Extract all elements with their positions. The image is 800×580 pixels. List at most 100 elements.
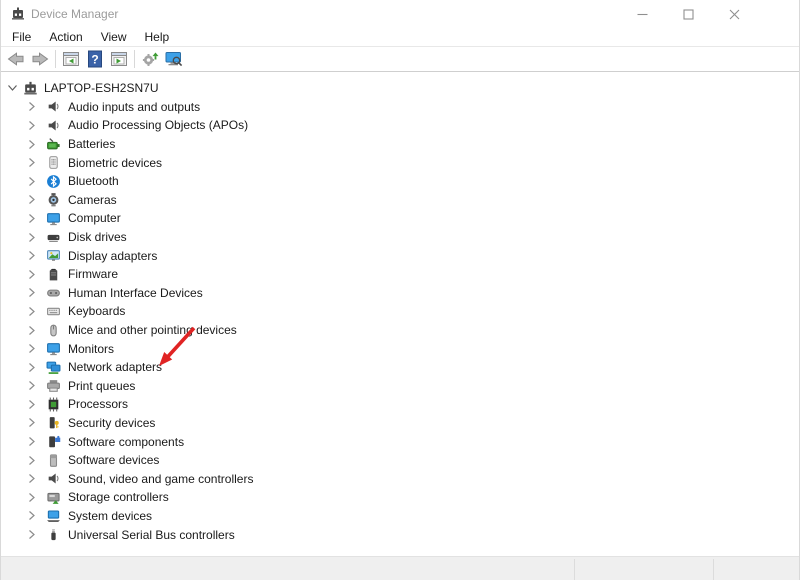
chevron-down-icon[interactable]: [7, 83, 19, 94]
back-arrow-icon: [7, 52, 24, 66]
chevron-right-icon[interactable]: [28, 139, 40, 150]
tree-item-label: Software components: [68, 434, 185, 449]
toolbar: ?: [1, 47, 799, 72]
chevron-right-icon[interactable]: [28, 101, 40, 112]
tree-item-network-adapters[interactable]: Network adapters: [1, 358, 799, 377]
chevron-right-icon[interactable]: [28, 157, 40, 168]
tree-item-label: Security devices: [68, 415, 156, 430]
chevron-right-icon[interactable]: [28, 287, 40, 298]
disk-icon: [46, 230, 61, 245]
chevron-right-icon[interactable]: [28, 343, 40, 354]
help-icon: ?: [88, 50, 102, 68]
fingerprint-icon: [46, 155, 61, 170]
chevron-right-icon[interactable]: [28, 362, 40, 373]
chevron-right-icon[interactable]: [28, 250, 40, 261]
tree-item-storage-controllers[interactable]: Storage controllers: [1, 488, 799, 507]
menu-help[interactable]: Help: [136, 28, 179, 46]
tree-item-audio-processing-objects[interactable]: Audio Processing Objects (APOs): [1, 116, 799, 135]
tree-item-mice-and-other-pointing-devices[interactable]: Mice and other pointing devices: [1, 321, 799, 340]
maximize-button[interactable]: [673, 0, 703, 28]
tree-item-label: Storage controllers: [68, 490, 169, 505]
mouse-icon: [46, 323, 61, 338]
tree-item-disk-drives[interactable]: Disk drives: [1, 228, 799, 247]
toolbar-scan-hardware-changes-button[interactable]: [162, 48, 186, 70]
tree-item-bluetooth[interactable]: Bluetooth: [1, 172, 799, 191]
chevron-right-icon[interactable]: [28, 399, 40, 410]
chevron-right-icon[interactable]: [28, 325, 40, 336]
chevron-right-icon[interactable]: [28, 510, 40, 521]
toolbar-separator: [134, 50, 135, 68]
toolbar-update-driver-button[interactable]: [138, 48, 162, 70]
toolbar-show-console-tree-button[interactable]: [59, 48, 83, 70]
tree-item-print-queues[interactable]: Print queues: [1, 377, 799, 396]
chevron-right-icon[interactable]: [28, 380, 40, 391]
tree-item-software-devices[interactable]: Software devices: [1, 451, 799, 470]
tree-item-cameras[interactable]: Cameras: [1, 191, 799, 210]
chevron-right-icon[interactable]: [28, 436, 40, 447]
chevron-right-icon[interactable]: [28, 417, 40, 428]
window-title: Device Manager: [31, 7, 119, 21]
tree-item-label: Audio Processing Objects (APOs): [68, 118, 249, 133]
tree-item-computer[interactable]: Computer: [1, 209, 799, 228]
tree-item-keyboards[interactable]: Keyboards: [1, 302, 799, 321]
minimize-button[interactable]: [627, 0, 657, 28]
tree-item-firmware[interactable]: Firmware: [1, 265, 799, 284]
tree-item-human-interface-devices[interactable]: Human Interface Devices: [1, 284, 799, 303]
security-key-icon: [46, 415, 61, 430]
tree-item-system-devices[interactable]: System devices: [1, 507, 799, 526]
chevron-right-icon[interactable]: [28, 213, 40, 224]
network-icon: [46, 360, 61, 375]
hid-icon: [46, 285, 61, 300]
chevron-right-icon[interactable]: [28, 120, 40, 131]
tree-item-label: Disk drives: [68, 230, 127, 245]
tree-item-batteries[interactable]: Batteries: [1, 135, 799, 154]
chevron-right-icon[interactable]: [28, 232, 40, 243]
tree-item-label: Monitors: [68, 341, 115, 356]
tree-item-label: Print queues: [68, 378, 136, 393]
menu-action[interactable]: Action: [40, 28, 91, 46]
close-button[interactable]: [719, 0, 749, 28]
console-tree-icon: [63, 52, 79, 66]
taskbar-strip: [1, 556, 799, 580]
chevron-right-icon[interactable]: [28, 176, 40, 187]
gear-update-icon: [142, 52, 159, 66]
properties-window-icon: [111, 52, 127, 66]
toolbar-forward-button[interactable]: [28, 48, 52, 70]
title-bar: Device Manager: [1, 0, 799, 28]
tree-item-biometric-devices[interactable]: Biometric devices: [1, 153, 799, 172]
system-laptop-icon: [46, 508, 61, 523]
tree-item-security-devices[interactable]: Security devices: [1, 414, 799, 433]
tree-item-label: Audio inputs and outputs: [68, 99, 201, 114]
chevron-right-icon[interactable]: [28, 492, 40, 503]
tree-item-monitors[interactable]: Monitors: [1, 339, 799, 358]
speaker-icon: [46, 99, 61, 114]
software-device-icon: [46, 453, 61, 468]
chevron-right-icon[interactable]: [28, 269, 40, 280]
tree-item-software-components[interactable]: Software components: [1, 432, 799, 451]
toolbar-properties-button[interactable]: [107, 48, 131, 70]
toolbar-back-button[interactable]: [4, 48, 28, 70]
firmware-icon: [46, 267, 61, 282]
tree-item-label: System devices: [68, 508, 153, 523]
forward-arrow-icon: [32, 52, 49, 66]
toolbar-help-button[interactable]: ?: [83, 48, 107, 70]
chevron-right-icon[interactable]: [28, 194, 40, 205]
tree-item-display-adapters[interactable]: Display adapters: [1, 246, 799, 265]
camera-icon: [46, 192, 61, 207]
processor-icon: [46, 397, 61, 412]
tree-item-label: Software devices: [68, 453, 160, 468]
menu-file[interactable]: File: [3, 28, 40, 46]
chevron-right-icon[interactable]: [28, 529, 40, 540]
tree-item-audio-inputs-and-outputs[interactable]: Audio inputs and outputs: [1, 98, 799, 117]
tree-item-universal-serial-bus-controllers[interactable]: Universal Serial Bus controllers: [1, 525, 799, 544]
chevron-right-icon[interactable]: [28, 455, 40, 466]
tree-item-label: Human Interface Devices: [68, 285, 203, 300]
tree-item-sound-video-and-game-controllers[interactable]: Sound, video and game controllers: [1, 469, 799, 488]
chevron-right-icon[interactable]: [28, 306, 40, 317]
bluetooth-icon: [46, 174, 61, 189]
chevron-right-icon[interactable]: [28, 473, 40, 484]
tree-item-label: Processors: [68, 397, 129, 412]
menu-view[interactable]: View: [92, 28, 136, 46]
tree-item-processors[interactable]: Processors: [1, 395, 799, 414]
tree-item-laptop-esh2sn7u[interactable]: LAPTOP-ESH2SN7U: [1, 79, 799, 98]
